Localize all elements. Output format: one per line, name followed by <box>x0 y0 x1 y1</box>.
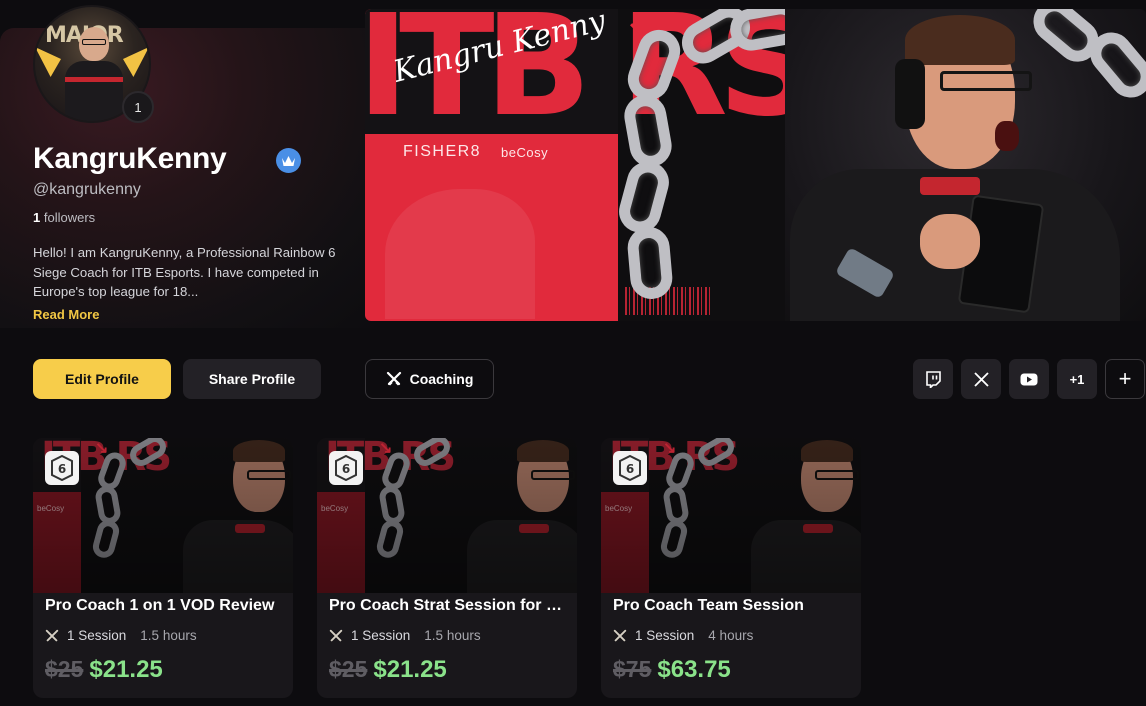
profile-banner: ITB RS Kangru Kenny FISHER8 beCosy ↘ <box>365 9 1146 321</box>
original-price: $75 <box>613 656 652 682</box>
rainbow-six-siege-icon: 6 <box>329 451 363 485</box>
sale-price: $21.25 <box>89 656 163 683</box>
service-sessions: 1 Session <box>351 628 411 643</box>
followers-label: followers <box>43 210 96 225</box>
service-duration: 4 hours <box>708 628 754 643</box>
youtube-button[interactable] <box>1009 359 1049 399</box>
sale-price: $63.75 <box>657 656 731 683</box>
service-price: $25 $21.25 <box>329 656 447 684</box>
level-badge: 1 <box>122 91 154 123</box>
service-title: Pro Coach 1 on 1 VOD Review <box>45 597 275 614</box>
sponsor-becosy: beCosy <box>501 145 549 160</box>
coaching-button[interactable]: Coaching <box>365 359 494 399</box>
service-card[interactable]: ITB RS ↘ beCosy 6 Pro Coach Strat Sessio… <box>317 438 577 698</box>
coach-hand <box>920 214 980 269</box>
svg-text:6: 6 <box>58 462 66 476</box>
more-socials-button[interactable]: +1 <box>1057 359 1097 399</box>
profile-handle: @kangrukenny <box>33 181 141 198</box>
twitch-icon <box>926 370 941 388</box>
headset <box>895 59 925 129</box>
service-card[interactable]: ITB RS ↘ beCosy 6 Pro Coach 1 on 1 VOD R… <box>33 438 293 698</box>
service-sessions: 1 Session <box>635 628 695 643</box>
crossed-swords-icon <box>386 371 401 386</box>
avatar-glasses <box>82 39 106 45</box>
service-title: Pro Coach Strat Session for C... <box>329 597 567 614</box>
twitch-button[interactable] <box>913 359 953 399</box>
avatar-person <box>65 61 123 121</box>
followers-count[interactable]: 1 followers <box>33 210 95 225</box>
coach-collar <box>920 177 980 195</box>
share-profile-button[interactable]: Share Profile <box>183 359 321 399</box>
service-duration: 1.5 hours <box>424 628 481 643</box>
chain-link <box>614 156 674 238</box>
verified-badge-icon <box>276 148 301 173</box>
service-price: $75 $63.75 <box>613 656 731 684</box>
coach-glasses <box>940 71 1032 91</box>
service-title: Pro Coach Team Session <box>613 597 804 614</box>
service-meta: 1 Session 1.5 hours <box>329 628 481 643</box>
flame-decoration <box>35 47 61 77</box>
coach-hair <box>905 15 1015 65</box>
crossed-swords-icon <box>329 629 343 641</box>
profile-page: MAJOR 1 KangruKenny @kangrukenny 1 follo… <box>0 0 1146 706</box>
original-price: $25 <box>45 656 84 682</box>
rainbow-six-siege-icon: 6 <box>45 451 79 485</box>
profile-username: KangruKenny <box>33 142 227 175</box>
service-meta: 1 Session 1.5 hours <box>45 628 197 643</box>
sale-price: $21.25 <box>373 656 447 683</box>
coaching-label: Coaching <box>409 371 474 387</box>
banner-logo-watermark <box>385 189 535 319</box>
crossed-swords-icon <box>45 629 59 641</box>
service-meta: 1 Session 4 hours <box>613 628 753 643</box>
sponsor-fisher8: FISHER8 <box>403 143 482 160</box>
original-price: $25 <box>329 656 368 682</box>
profile-bio: Hello! I am KangruKenny, a Professional … <box>33 245 336 299</box>
add-social-button[interactable]: + <box>1105 359 1145 399</box>
x-icon <box>973 371 989 387</box>
service-price: $25 $21.25 <box>45 656 163 684</box>
service-sessions: 1 Session <box>67 628 127 643</box>
followers-number: 1 <box>33 210 41 225</box>
read-more-link[interactable]: Read More <box>33 307 99 322</box>
rainbow-six-siege-icon: 6 <box>613 451 647 485</box>
flame-decoration <box>123 47 149 77</box>
x-button[interactable] <box>961 359 1001 399</box>
chain-link <box>625 225 675 301</box>
crossed-swords-icon <box>613 629 627 641</box>
avatar-stripe <box>65 77 123 82</box>
edit-profile-button[interactable]: Edit Profile <box>33 359 171 399</box>
coach-mouth <box>995 121 1019 151</box>
service-card[interactable]: ITB RS ↘ beCosy 6 Pro Coach Team Session… <box>601 438 861 698</box>
service-duration: 1.5 hours <box>140 628 197 643</box>
svg-text:6: 6 <box>626 462 634 476</box>
youtube-icon <box>1020 373 1038 385</box>
svg-text:6: 6 <box>342 462 350 476</box>
